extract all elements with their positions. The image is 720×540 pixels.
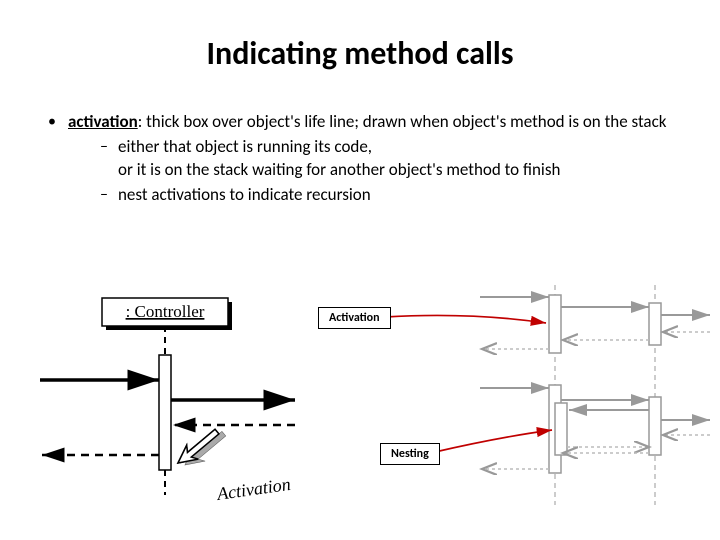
activation-label-box: Activation: [318, 307, 391, 329]
definition-text: : thick box over object's life line; dra…: [138, 111, 667, 132]
callout-arrow-nesting: [435, 430, 552, 452]
nested-activation-bar: [555, 403, 567, 455]
sub-bullet-2: nest activations to indicate recursion: [96, 184, 680, 207]
diagram-area: : Controller: [0, 285, 720, 540]
activation-handwritten-label: Activation: [215, 474, 292, 504]
bullet-main: activation: thick box over object's life…: [40, 111, 680, 207]
activation-bar-top-right: [649, 303, 661, 345]
activation-bar-top-left: [549, 295, 561, 353]
nesting-label-box: Nesting: [380, 443, 440, 465]
sub-bullet-1: either that object is running its code, …: [96, 136, 680, 182]
activation-bar-bot-right: [649, 397, 661, 455]
callout-arrow-activation: [385, 315, 546, 323]
term-activation: activation: [68, 111, 138, 132]
slide-title: Indicating method calls: [0, 0, 720, 93]
controller-label: : Controller: [126, 302, 205, 321]
activation-pointer-arrow: [173, 422, 230, 475]
activation-bar-left: [159, 355, 171, 470]
content-area: activation: thick box over object's life…: [0, 93, 720, 207]
